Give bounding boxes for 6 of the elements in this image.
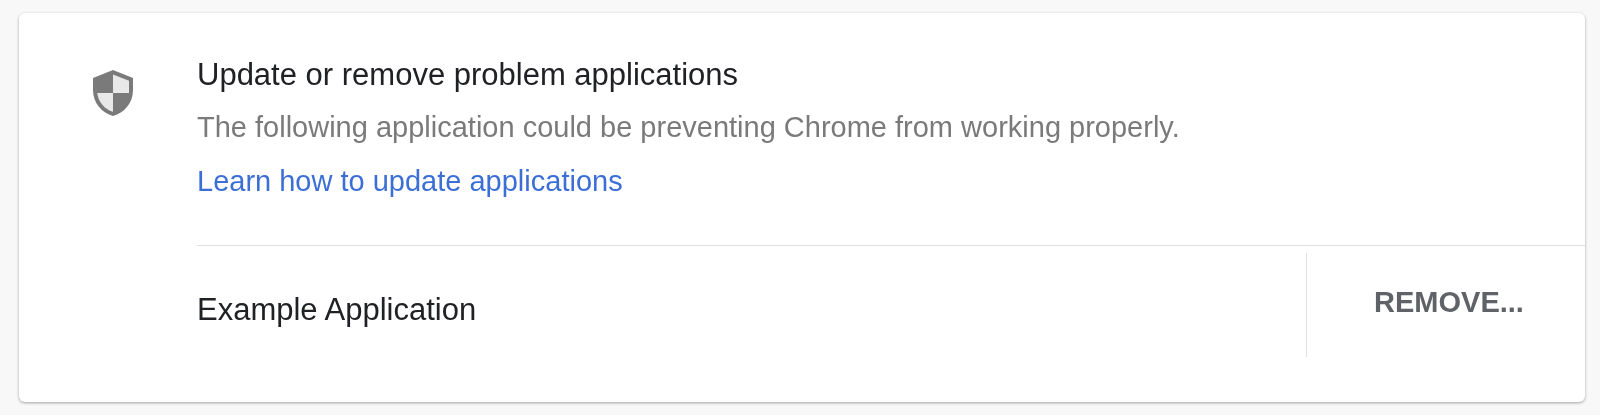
title: Update or remove problem applications [197,56,740,94]
remove-button[interactable]: REMOVE... [1307,281,1585,325]
description: The following application could be preventing Chrome from working properly. [197,110,1180,145]
shield-icon [91,68,135,118]
learn-more-link[interactable]: Learn how to update applications [197,161,623,201]
application-name: Example Application [197,290,478,329]
